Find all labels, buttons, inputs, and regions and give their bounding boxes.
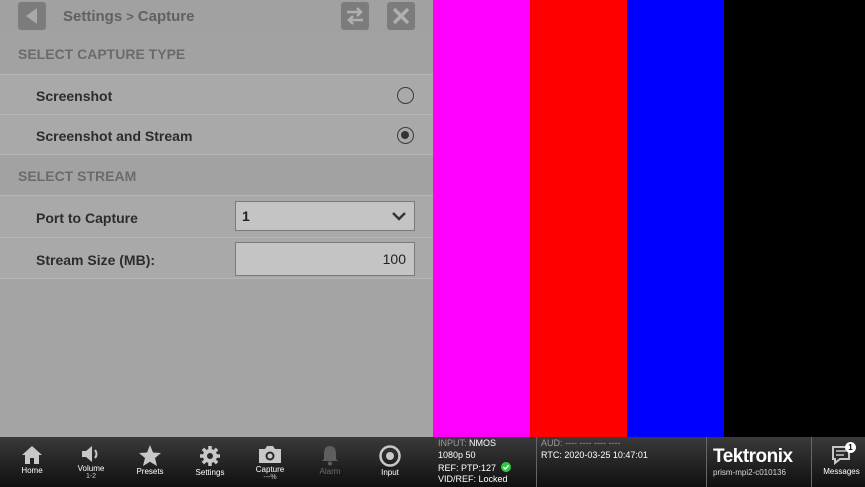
vidref-text: VID/REF: Locked bbox=[438, 474, 508, 484]
brand-logo: Tektronix bbox=[713, 446, 793, 467]
star-icon bbox=[139, 445, 161, 466]
port-to-capture-row: Port to Capture 1 bbox=[0, 195, 433, 237]
ref-text: REF: PTP:127 bbox=[438, 463, 497, 473]
breadcrumb: Settings > Capture bbox=[63, 8, 194, 25]
dock-presets[interactable]: Presets bbox=[121, 437, 179, 487]
input-value: NMOS bbox=[469, 438, 497, 448]
radio-screenshot-and-stream[interactable] bbox=[397, 127, 414, 144]
settings-panel: Settings > Capture SELECT CAPTURE TYPE Scr… bbox=[0, 0, 433, 437]
dock-capture[interactable]: Capture ---% bbox=[241, 437, 299, 487]
bell-icon bbox=[322, 446, 338, 466]
camera-icon bbox=[259, 446, 281, 463]
port-value: 1 bbox=[242, 208, 250, 224]
close-button[interactable] bbox=[387, 2, 415, 30]
option-label: Screenshot bbox=[36, 88, 113, 104]
dock-home[interactable]: Home bbox=[3, 437, 61, 487]
breadcrumb-separator: > bbox=[126, 9, 134, 24]
audio-time-status: AUD: ---- ---- ---- ---- RTC: 2020-03-25… bbox=[536, 437, 706, 487]
dock-input[interactable]: Input bbox=[361, 437, 419, 487]
messages-label: Messages bbox=[823, 467, 860, 476]
dock-label: Input bbox=[381, 468, 399, 477]
port-label: Port to Capture bbox=[36, 210, 138, 226]
stream-size-row: Stream Size (MB): bbox=[0, 237, 433, 279]
speaker-icon bbox=[82, 446, 98, 462]
message-count-badge: 1 bbox=[845, 442, 856, 453]
dock-label: Presets bbox=[136, 467, 164, 476]
title-bar: Settings > Capture bbox=[0, 0, 433, 33]
option-label: Screenshot and Stream bbox=[36, 128, 193, 144]
back-arrow-icon bbox=[26, 8, 37, 24]
breadcrumb-current: Capture bbox=[137, 8, 195, 25]
input-key: INPUT: bbox=[438, 438, 467, 448]
dock-label: Volume bbox=[77, 464, 105, 473]
input-status[interactable]: INPUT: NMOS 1080p 50 REF: PTP:127 VID/RE… bbox=[434, 437, 534, 487]
format-text: 1080p 50 bbox=[438, 450, 476, 460]
dock-label: Home bbox=[21, 466, 43, 475]
breadcrumb-parent[interactable]: Settings bbox=[63, 8, 122, 25]
back-button[interactable] bbox=[18, 2, 46, 30]
rtc-clock: RTC: 2020-03-25 10:47:01 bbox=[541, 450, 648, 460]
radio-screenshot[interactable] bbox=[397, 87, 414, 104]
stream-size-label: Stream Size (MB): bbox=[36, 252, 156, 268]
hostname: prism-mpi2-c010136 bbox=[713, 468, 786, 477]
brand-block: Tektronix prism-mpi2-c010136 bbox=[706, 437, 812, 487]
section-header-stream: SELECT STREAM bbox=[0, 154, 433, 194]
section-header-capture-type: SELECT CAPTURE TYPE bbox=[0, 33, 433, 73]
input-icon bbox=[379, 445, 401, 467]
section-title: SELECT STREAM bbox=[18, 168, 137, 184]
color-bar-magenta bbox=[433, 0, 530, 437]
swap-button[interactable] bbox=[341, 2, 369, 30]
close-icon bbox=[392, 7, 410, 25]
color-bar-black bbox=[724, 0, 865, 437]
gear-icon bbox=[200, 446, 220, 466]
input-line: INPUT: NMOS bbox=[438, 438, 496, 448]
port-select[interactable]: 1 bbox=[235, 201, 415, 231]
dock-alarm[interactable]: Alarm bbox=[301, 437, 359, 487]
color-bar-red bbox=[530, 0, 627, 437]
section-title: SELECT CAPTURE TYPE bbox=[18, 46, 186, 62]
audio-status: AUD: ---- ---- ---- ---- bbox=[541, 438, 621, 448]
option-screenshot-and-stream[interactable]: Screenshot and Stream bbox=[0, 114, 433, 154]
color-bar-blue bbox=[627, 0, 724, 437]
dock-volume[interactable]: Volume 1-2 bbox=[62, 437, 120, 487]
dock-label: Alarm bbox=[319, 467, 341, 476]
dock-label: Settings bbox=[195, 468, 225, 477]
dock-sublabel: ---% bbox=[263, 474, 277, 481]
check-circle-icon bbox=[500, 462, 511, 472]
messages-button[interactable]: 1 Messages bbox=[818, 437, 865, 487]
swap-arrows-icon bbox=[347, 7, 363, 25]
dock-sublabel: 1-2 bbox=[85, 473, 97, 480]
video-preview bbox=[433, 0, 865, 437]
dock-settings[interactable]: Settings bbox=[181, 437, 239, 487]
home-icon bbox=[22, 446, 42, 464]
ref-line: REF: PTP:127 bbox=[438, 462, 511, 473]
dock-label: Capture bbox=[255, 465, 285, 474]
option-screenshot[interactable]: Screenshot bbox=[0, 74, 433, 114]
stream-size-input[interactable] bbox=[235, 242, 415, 276]
chevron-down-icon bbox=[392, 212, 406, 221]
